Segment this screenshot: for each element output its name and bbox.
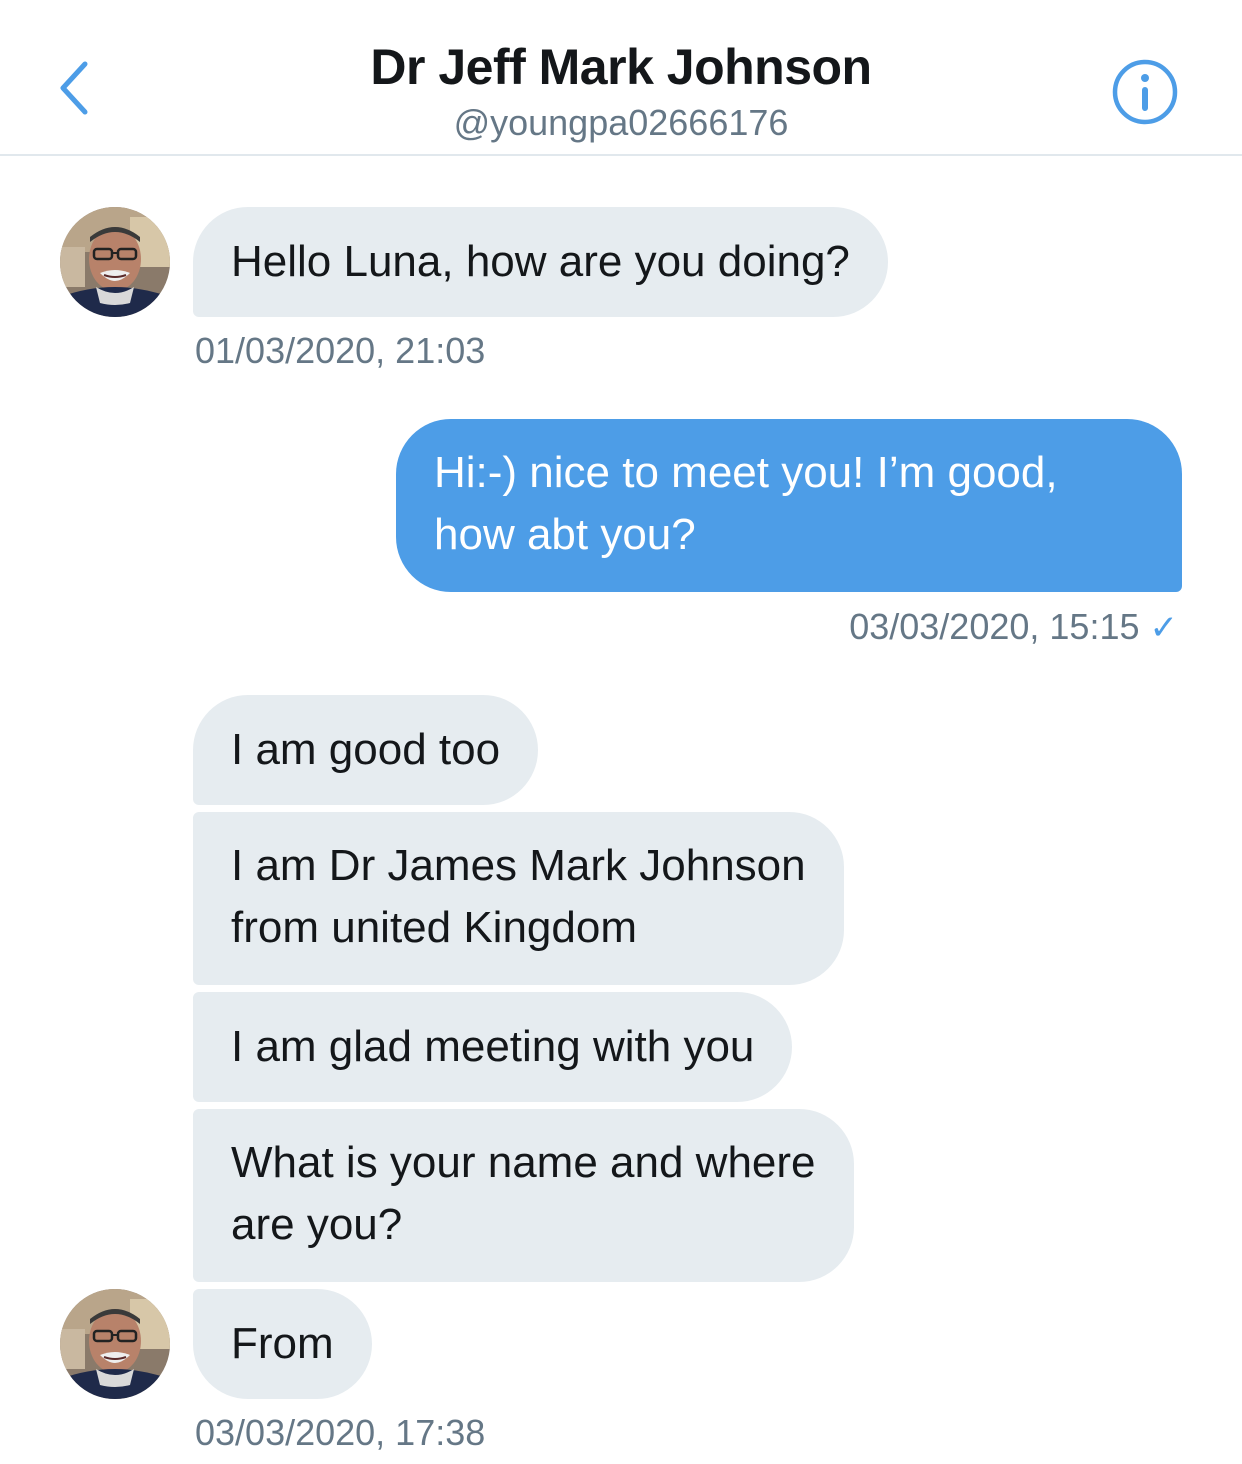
avatar[interactable] — [60, 1289, 170, 1399]
message-bubble[interactable]: What is your name and where are you? — [193, 1109, 854, 1282]
avatar-image — [60, 1289, 170, 1399]
message-bubble[interactable]: I am good too — [193, 695, 539, 805]
message-text: Hello Luna, how are you doing? — [231, 237, 850, 286]
message-bubble[interactable]: From — [193, 1289, 372, 1399]
message-text: I am glad meeting with you — [231, 1022, 755, 1071]
message-text: from united Kingdom — [231, 903, 637, 952]
message-timestamp: 01/03/2020, 21:03 — [195, 330, 486, 371]
message-text: Hi:-) nice to meet you! I’m good, — [434, 448, 1058, 497]
info-button[interactable] — [1111, 58, 1179, 126]
message-text: From — [231, 1319, 334, 1368]
message-timestamp: 03/03/2020, 17:38 — [195, 1412, 486, 1453]
message-bubble-outgoing[interactable]: Hi:-) nice to meet you! I’m good, how ab… — [396, 419, 1182, 592]
avatar-image — [60, 207, 170, 317]
message-text: I am Dr James Mark Johnson — [231, 841, 806, 890]
message-timestamp: 03/03/2020, 15:15 ✓ — [849, 606, 1178, 648]
info-icon — [1112, 59, 1178, 125]
conversation-header: Dr Jeff Mark Johnson @youngpa02666176 — [0, 0, 1242, 156]
message-text: What is your name and where — [231, 1138, 816, 1187]
message-text: I am good too — [231, 725, 501, 774]
message-bubble[interactable]: I am glad meeting with you — [193, 992, 793, 1102]
timestamp-text: 03/03/2020, 15:15 — [849, 606, 1140, 647]
message-text: how abt you? — [434, 510, 696, 559]
avatar[interactable] — [60, 207, 170, 317]
contact-name[interactable]: Dr Jeff Mark Johnson — [0, 38, 1242, 96]
message-text: are you? — [231, 1200, 403, 1249]
message-bubble[interactable]: Hello Luna, how are you doing? — [193, 207, 888, 317]
sent-check-icon: ✓ — [1149, 609, 1179, 647]
contact-handle[interactable]: @youngpa02666176 — [0, 102, 1242, 144]
message-bubble[interactable]: I am Dr James Mark Johnson from united K… — [193, 812, 844, 985]
